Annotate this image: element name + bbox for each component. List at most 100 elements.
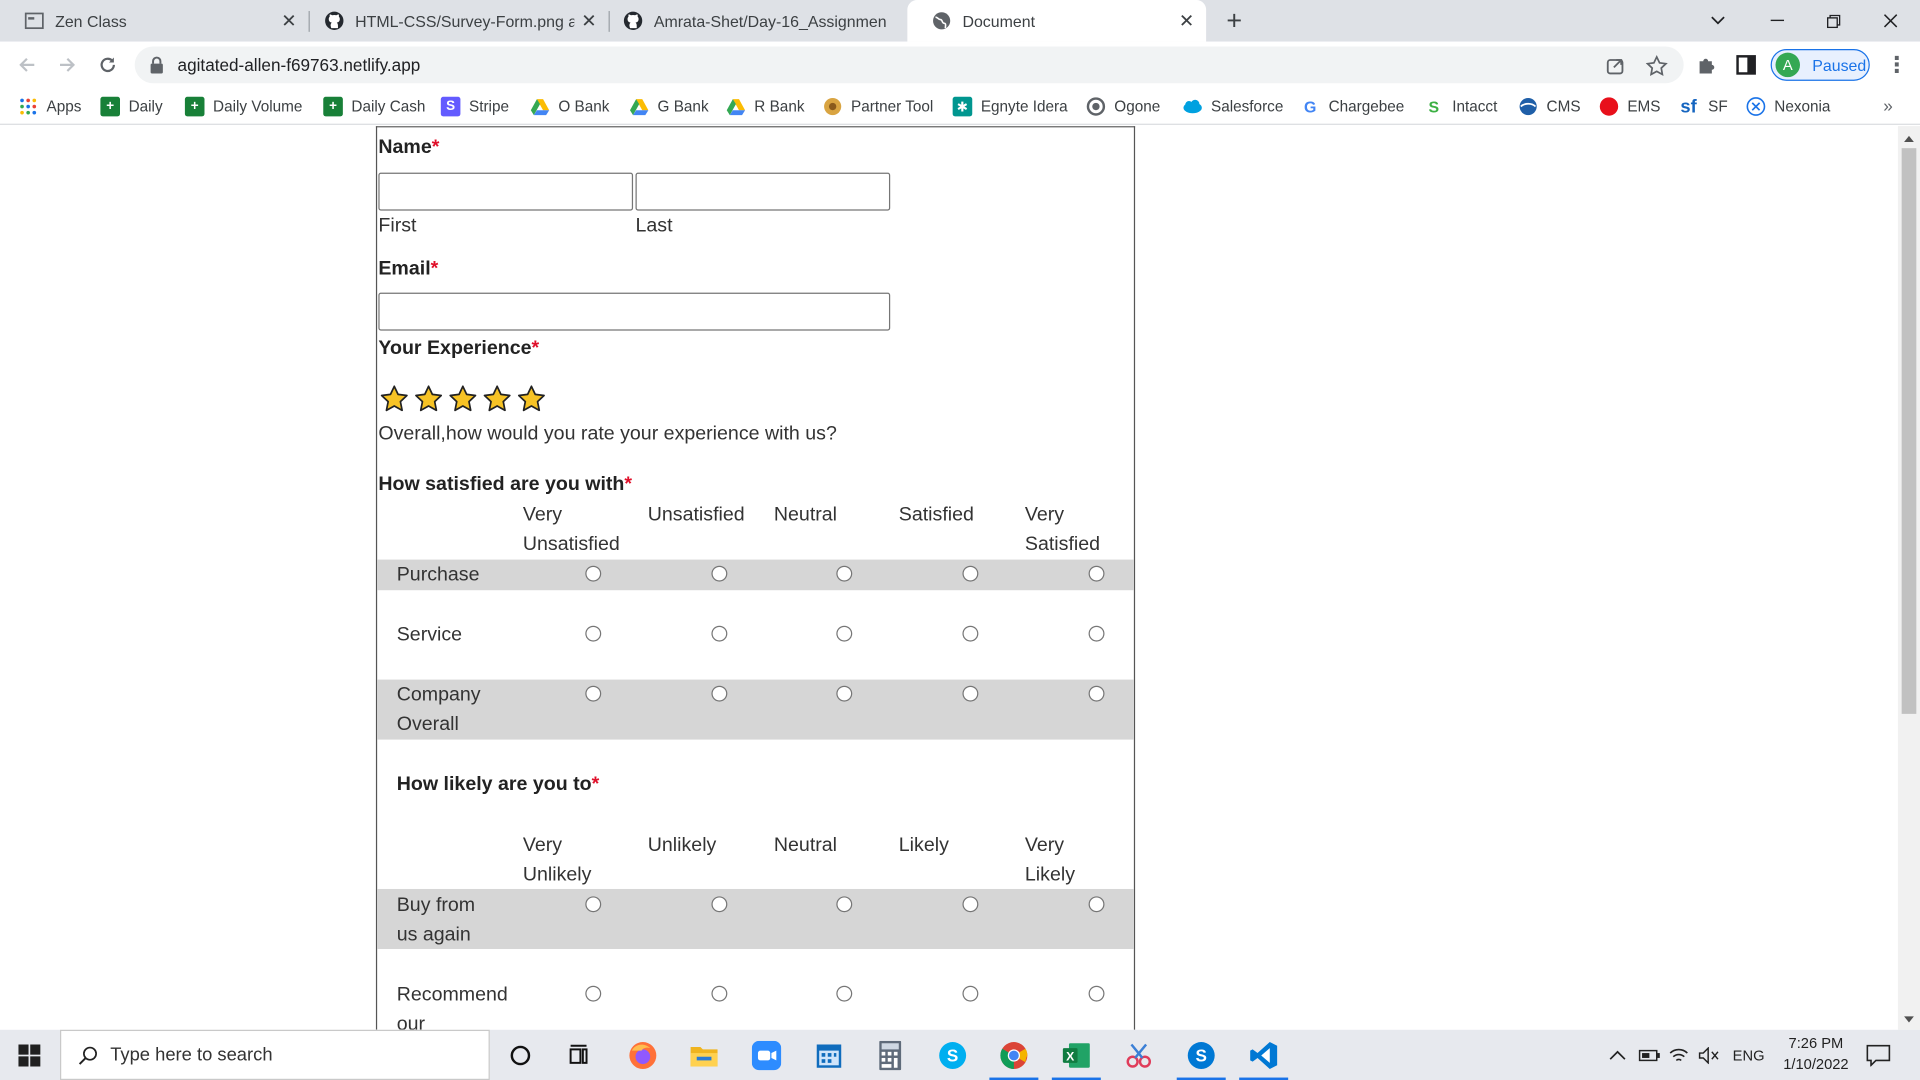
star-icon[interactable] [517, 384, 546, 413]
star-icon[interactable] [380, 384, 409, 413]
calendar-icon[interactable] [798, 1030, 859, 1080]
minimize-button[interactable] [1749, 0, 1805, 42]
skype-business-icon[interactable]: S [1171, 1030, 1232, 1080]
bookmark-chargebee[interactable]: G Chargebee [1300, 96, 1404, 118]
radio-company-satisfied[interactable] [962, 685, 979, 702]
radio-service-very-satisfied[interactable] [1088, 625, 1105, 642]
side-panel-icon[interactable] [1735, 54, 1757, 76]
show-hidden-icons[interactable] [1609, 1030, 1626, 1080]
chrome-icon[interactable] [983, 1030, 1044, 1080]
bookmark-sf[interactable]: sf SF [1678, 96, 1727, 118]
radio-buy-unlikely[interactable] [711, 896, 728, 913]
firefox-icon[interactable] [612, 1030, 673, 1080]
radio-buy-neutral[interactable] [836, 896, 853, 913]
bookmark-ogone[interactable]: Ogone [1086, 96, 1160, 118]
star-icon[interactable] [414, 384, 443, 413]
radio-recommend-unlikely[interactable] [711, 985, 728, 1002]
profile-button[interactable]: A Paused [1770, 48, 1870, 81]
bookmark-daily-volume[interactable]: + Daily Volume [184, 96, 302, 118]
vertical-scrollbar[interactable] [1897, 126, 1920, 1030]
close-window-button[interactable] [1862, 0, 1918, 42]
bookmark-cms[interactable]: CMS [1518, 96, 1581, 118]
bookmark-nexonia[interactable]: Nexonia [1746, 96, 1830, 118]
radio-company-neutral[interactable] [836, 685, 853, 702]
radio-purchase-neutral[interactable] [836, 565, 853, 582]
radio-service-neutral[interactable] [836, 625, 853, 642]
bookmark-ems[interactable]: EMS [1599, 96, 1661, 118]
battery-icon[interactable] [1638, 1030, 1660, 1080]
snipping-icon[interactable] [1108, 1030, 1169, 1080]
forward-button[interactable] [53, 50, 82, 79]
radio-buy-very-likely[interactable] [1088, 896, 1105, 913]
new-tab-button[interactable]: + [1220, 5, 1249, 37]
radio-service-very-unsatisfied[interactable] [585, 625, 602, 642]
volume-muted-icon[interactable] [1698, 1030, 1720, 1080]
bookmark-star-icon[interactable] [1645, 55, 1668, 77]
required-mark: * [431, 137, 440, 158]
column-header: Likely [898, 835, 949, 856]
radio-service-satisfied[interactable] [962, 625, 979, 642]
last-name-input[interactable] [635, 172, 891, 211]
tab-zen-class[interactable]: Zen Class ✕ [0, 0, 309, 42]
star-icon[interactable] [448, 384, 477, 413]
radio-recommend-very-likely[interactable] [1088, 985, 1105, 1002]
extensions-icon[interactable] [1696, 54, 1718, 76]
file-explorer-icon[interactable] [673, 1030, 734, 1080]
radio-company-unsatisfied[interactable] [711, 685, 728, 702]
tab-amrata-shet[interactable]: Amrata-Shet/Day-16_Assignmen [599, 0, 908, 42]
bookmark-egnyte-idera[interactable]: ✱ Egnyte Idera [952, 96, 1068, 118]
radio-purchase-unsatisfied[interactable] [711, 565, 728, 582]
first-name-input[interactable] [378, 172, 634, 211]
cortana-icon[interactable] [490, 1030, 551, 1080]
bookmark-apps[interactable]: Apps [18, 96, 81, 118]
menu-icon[interactable]: ⋮ [1886, 53, 1908, 77]
scroll-up-arrow[interactable] [1904, 135, 1914, 143]
radio-buy-very-unlikely[interactable] [585, 896, 602, 913]
radio-recommend-likely[interactable] [962, 985, 979, 1002]
task-view-icon[interactable] [551, 1030, 612, 1080]
bookmarks-overflow-icon[interactable]: » [1883, 96, 1893, 116]
radio-company-very-satisfied[interactable] [1088, 685, 1105, 702]
close-icon[interactable]: ✕ [1172, 10, 1201, 32]
bookmark-salesforce[interactable]: Salesforce [1183, 96, 1283, 118]
start-button[interactable] [0, 1030, 59, 1080]
bookmark-r-bank[interactable]: R Bank [726, 96, 804, 118]
star-icon[interactable] [482, 384, 511, 413]
radio-purchase-very-satisfied[interactable] [1088, 565, 1105, 582]
vscode-icon[interactable] [1233, 1030, 1294, 1080]
tab-search-icon[interactable] [1690, 0, 1746, 42]
radio-purchase-satisfied[interactable] [962, 565, 979, 582]
bookmark-intacct[interactable]: S Intacct [1424, 96, 1498, 118]
share-icon[interactable] [1604, 55, 1626, 77]
bookmark-daily-cash[interactable]: + Daily Cash [323, 96, 425, 118]
scrollbar-thumb[interactable] [1901, 148, 1917, 714]
language-indicator[interactable]: ENG [1733, 1030, 1765, 1080]
radio-recommend-very-unlikely[interactable] [585, 985, 602, 1002]
wifi-icon[interactable] [1669, 1030, 1689, 1080]
bookmark-daily[interactable]: + Daily [100, 96, 163, 118]
radio-company-very-unsatisfied[interactable] [585, 685, 602, 702]
radio-recommend-neutral[interactable] [836, 985, 853, 1002]
bookmark-stripe[interactable]: S Stripe [440, 96, 509, 118]
system-clock[interactable]: 7:26 PM 1/10/2022 [1773, 1033, 1859, 1075]
bookmark-o-bank[interactable]: O Bank [530, 96, 609, 118]
zoom-icon[interactable] [736, 1030, 797, 1080]
bookmark-partner-tool[interactable]: Partner Tool [823, 96, 933, 118]
scroll-down-arrow[interactable] [1904, 1016, 1914, 1023]
excel-icon[interactable]: X [1046, 1030, 1107, 1080]
email-input[interactable] [378, 292, 891, 331]
taskbar-search[interactable]: Type here to search [60, 1029, 490, 1080]
address-bar[interactable]: agitated-allen-f69763.netlify.app [134, 46, 1684, 84]
radio-buy-likely[interactable] [962, 896, 979, 913]
tab-document[interactable]: Document ✕ [907, 0, 1207, 42]
tab-html-css[interactable]: HTML-CSS/Survey-Form.png at m ✕ [300, 0, 609, 42]
bookmark-g-bank[interactable]: G Bank [629, 96, 709, 118]
calculator-icon[interactable] [860, 1030, 921, 1080]
restore-button[interactable] [1805, 0, 1861, 42]
notifications-icon[interactable] [1866, 1030, 1891, 1080]
radio-service-unsatisfied[interactable] [711, 625, 728, 642]
radio-purchase-very-unsatisfied[interactable] [585, 565, 602, 582]
back-button[interactable] [12, 50, 41, 79]
skype-icon[interactable]: S [922, 1030, 983, 1080]
reload-button[interactable] [93, 50, 122, 79]
